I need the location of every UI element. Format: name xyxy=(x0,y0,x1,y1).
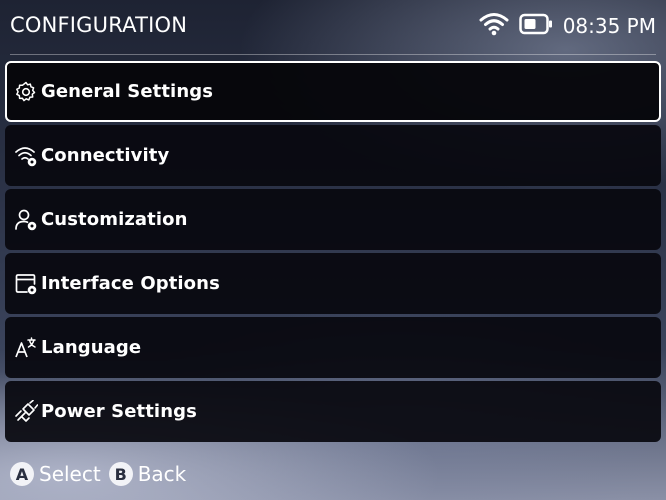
wifi-settings-icon xyxy=(13,143,39,169)
gear-icon xyxy=(13,79,39,105)
button-hints: A Select B Back xyxy=(10,459,194,489)
wifi-icon xyxy=(479,11,509,41)
back-label: Back xyxy=(137,462,187,486)
menu-item-customization[interactable]: Customization xyxy=(5,189,661,250)
menu-item-label: Interface Options xyxy=(41,273,220,294)
menu-item-language[interactable]: Language xyxy=(5,317,661,378)
select-hint[interactable]: A Select xyxy=(10,462,101,486)
status-area: 08:35 PM xyxy=(479,11,656,41)
menu-item-label: Language xyxy=(41,337,142,358)
menu-item-general-settings[interactable]: General Settings xyxy=(5,61,661,122)
translate-icon xyxy=(13,335,39,361)
menu-item-label: Customization xyxy=(41,209,188,230)
menu-item-connectivity[interactable]: Connectivity xyxy=(5,125,661,186)
select-label: Select xyxy=(39,462,101,486)
menu-item-interface-options[interactable]: Interface Options xyxy=(5,253,661,314)
settings-menu: General Settings Connectivity Customizat… xyxy=(5,61,661,445)
battery-icon xyxy=(518,13,553,39)
menu-item-power-settings[interactable]: Power Settings xyxy=(5,381,661,442)
window-settings-icon xyxy=(13,271,39,297)
menu-item-label: Connectivity xyxy=(41,145,170,166)
clock: 08:35 PM xyxy=(562,14,656,38)
user-settings-icon xyxy=(13,207,39,233)
page-title: CONFIGURATION xyxy=(10,13,188,37)
back-hint[interactable]: B Back xyxy=(108,462,187,486)
b-button-icon: B xyxy=(108,462,133,486)
top-bar: CONFIGURATION 08:35 PM xyxy=(0,0,666,54)
a-button-icon: A xyxy=(10,462,34,486)
plug-icon xyxy=(13,399,39,425)
menu-item-label: General Settings xyxy=(41,81,214,102)
menu-item-label: Power Settings xyxy=(41,401,197,422)
header-divider xyxy=(10,54,656,55)
